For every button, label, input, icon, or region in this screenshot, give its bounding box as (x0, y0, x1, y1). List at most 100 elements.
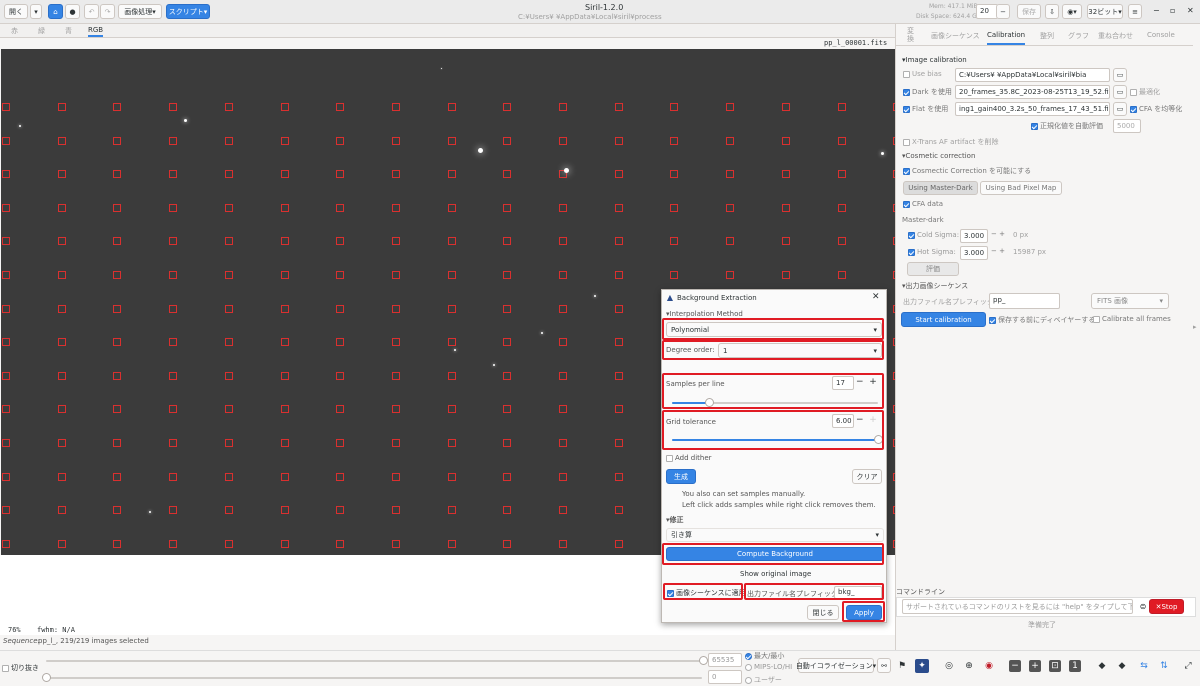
background-sample-marker[interactable] (113, 136, 122, 145)
background-sample-marker[interactable] (113, 237, 122, 246)
cold-sigma-stepper[interactable]: − + (991, 230, 1005, 238)
background-sample-marker[interactable] (57, 170, 66, 179)
background-sample-marker[interactable] (224, 103, 233, 111)
background-sample-marker[interactable] (336, 271, 345, 279)
background-sample-marker[interactable] (726, 170, 735, 179)
background-sample-marker[interactable] (503, 439, 512, 447)
background-sample-marker[interactable] (280, 203, 289, 212)
background-sample-marker[interactable] (57, 203, 66, 212)
background-sample-marker[interactable] (57, 136, 66, 145)
background-sample-marker[interactable] (781, 271, 790, 279)
background-sample-marker[interactable] (837, 103, 846, 111)
background-sample-marker[interactable] (447, 539, 456, 548)
background-sample-marker[interactable] (169, 439, 178, 447)
background-sample-marker[interactable] (447, 338, 456, 347)
image-processing-menu[interactable]: 画像処理▾ (118, 4, 162, 19)
background-sample-marker[interactable] (224, 472, 233, 481)
background-sample-marker[interactable] (559, 371, 567, 380)
background-sample-marker[interactable] (280, 338, 289, 347)
background-sample-marker[interactable] (559, 203, 567, 212)
dialog-close-text-button[interactable]: 閉じる (807, 605, 839, 620)
output-sequence-header[interactable]: ▾出力画像シーケンス (902, 281, 968, 291)
background-sample-marker[interactable] (224, 271, 233, 279)
background-sample-marker[interactable] (670, 136, 679, 145)
background-sample-marker[interactable] (57, 304, 66, 313)
thread-decrement-button[interactable]: − (996, 4, 1010, 19)
link-channels-button[interactable]: ⚯ (877, 658, 891, 673)
background-sample-marker[interactable] (224, 405, 233, 414)
background-sample-marker[interactable] (837, 271, 846, 279)
background-sample-marker[interactable] (391, 103, 400, 111)
background-sample-marker[interactable] (781, 203, 790, 212)
background-sample-marker[interactable] (614, 271, 623, 279)
background-sample-marker[interactable] (169, 237, 178, 246)
background-sample-marker[interactable] (670, 103, 679, 111)
cfa-data-toggle[interactable]: CFA data (903, 200, 943, 208)
photometry-icon[interactable]: ◎ (942, 659, 956, 673)
background-sample-marker[interactable] (224, 539, 233, 548)
tab-registration[interactable]: 整列 (1040, 31, 1054, 41)
background-sample-marker[interactable] (614, 237, 623, 246)
background-sample-marker[interactable] (781, 237, 790, 246)
background-sample-marker[interactable] (447, 506, 456, 515)
background-sample-marker[interactable] (559, 237, 567, 246)
background-sample-marker[interactable] (614, 338, 623, 347)
background-sample-marker[interactable] (57, 271, 66, 279)
background-sample-marker[interactable] (280, 539, 289, 548)
background-sample-marker[interactable] (559, 103, 567, 111)
background-sample-marker[interactable] (559, 136, 567, 145)
background-sample-marker[interactable] (391, 304, 400, 313)
stop-button[interactable]: ✕ Stop (1149, 599, 1184, 614)
zoom-out-icon[interactable]: − (1009, 660, 1021, 672)
zoom-fit-icon[interactable]: ⊡ (1049, 660, 1061, 672)
background-sample-marker[interactable] (280, 472, 289, 481)
background-sample-marker[interactable] (503, 136, 512, 145)
background-sample-marker[interactable] (559, 472, 567, 481)
scripts-menu[interactable]: スクリプト▾ (166, 4, 210, 19)
max-value-field[interactable]: 65535 (708, 653, 742, 667)
mode-user[interactable]: ユーザー (745, 675, 782, 685)
hamburger-menu[interactable]: ≡ (1128, 4, 1142, 19)
background-sample-marker[interactable] (670, 203, 679, 212)
evaluate-button[interactable]: 評価 (907, 262, 959, 276)
background-sample-marker[interactable] (280, 371, 289, 380)
dark-browse-button[interactable]: ▭ (1113, 85, 1127, 99)
background-sample-marker[interactable] (336, 439, 345, 447)
background-sample-marker[interactable] (559, 271, 567, 279)
background-sample-marker[interactable] (837, 237, 846, 246)
background-sample-marker[interactable] (447, 472, 456, 481)
background-sample-marker[interactable] (503, 539, 512, 548)
zoom-one-icon[interactable]: 1 (1069, 660, 1081, 672)
debayer-toggle[interactable]: 保存する前にディベイヤーする (989, 315, 1095, 325)
background-sample-marker[interactable] (113, 439, 122, 447)
background-sample-marker[interactable] (280, 136, 289, 145)
background-sample-marker[interactable] (336, 371, 345, 380)
crop-checkbox[interactable] (2, 664, 9, 672)
background-sample-marker[interactable] (670, 237, 679, 246)
rotate-right-icon[interactable]: ◆ (1116, 660, 1128, 672)
background-sample-marker[interactable] (57, 539, 66, 548)
tab-red[interactable]: 赤 (11, 26, 18, 36)
tab-rgb[interactable]: RGB (88, 26, 104, 37)
background-sample-marker[interactable] (113, 472, 122, 481)
correction-dropdown[interactable]: 引き算 ▾ (666, 528, 884, 542)
mode-max-min[interactable]: 最大/最小 (745, 651, 784, 661)
background-sample-marker[interactable] (280, 304, 289, 313)
using-master-dark-button[interactable]: Using Master-Dark (903, 181, 978, 195)
background-sample-marker[interactable] (447, 170, 456, 179)
background-sample-marker[interactable] (614, 405, 623, 414)
background-sample-marker[interactable] (336, 506, 345, 515)
background-sample-marker[interactable] (614, 103, 623, 111)
close-window-button[interactable]: ✕ (1187, 6, 1194, 15)
background-sample-marker[interactable] (2, 170, 10, 179)
min-slider-knob[interactable] (42, 673, 51, 682)
background-sample-marker[interactable] (336, 103, 345, 111)
background-sample-marker[interactable] (224, 506, 233, 515)
background-sample-marker[interactable] (169, 170, 178, 179)
hot-sigma-field[interactable]: 3.000 (960, 246, 988, 260)
background-sample-marker[interactable] (336, 304, 345, 313)
fullscreen-icon[interactable]: ⤢ (1182, 660, 1194, 672)
background-sample-marker[interactable] (447, 271, 456, 279)
background-sample-marker[interactable] (336, 472, 345, 481)
background-sample-marker[interactable] (447, 103, 456, 111)
